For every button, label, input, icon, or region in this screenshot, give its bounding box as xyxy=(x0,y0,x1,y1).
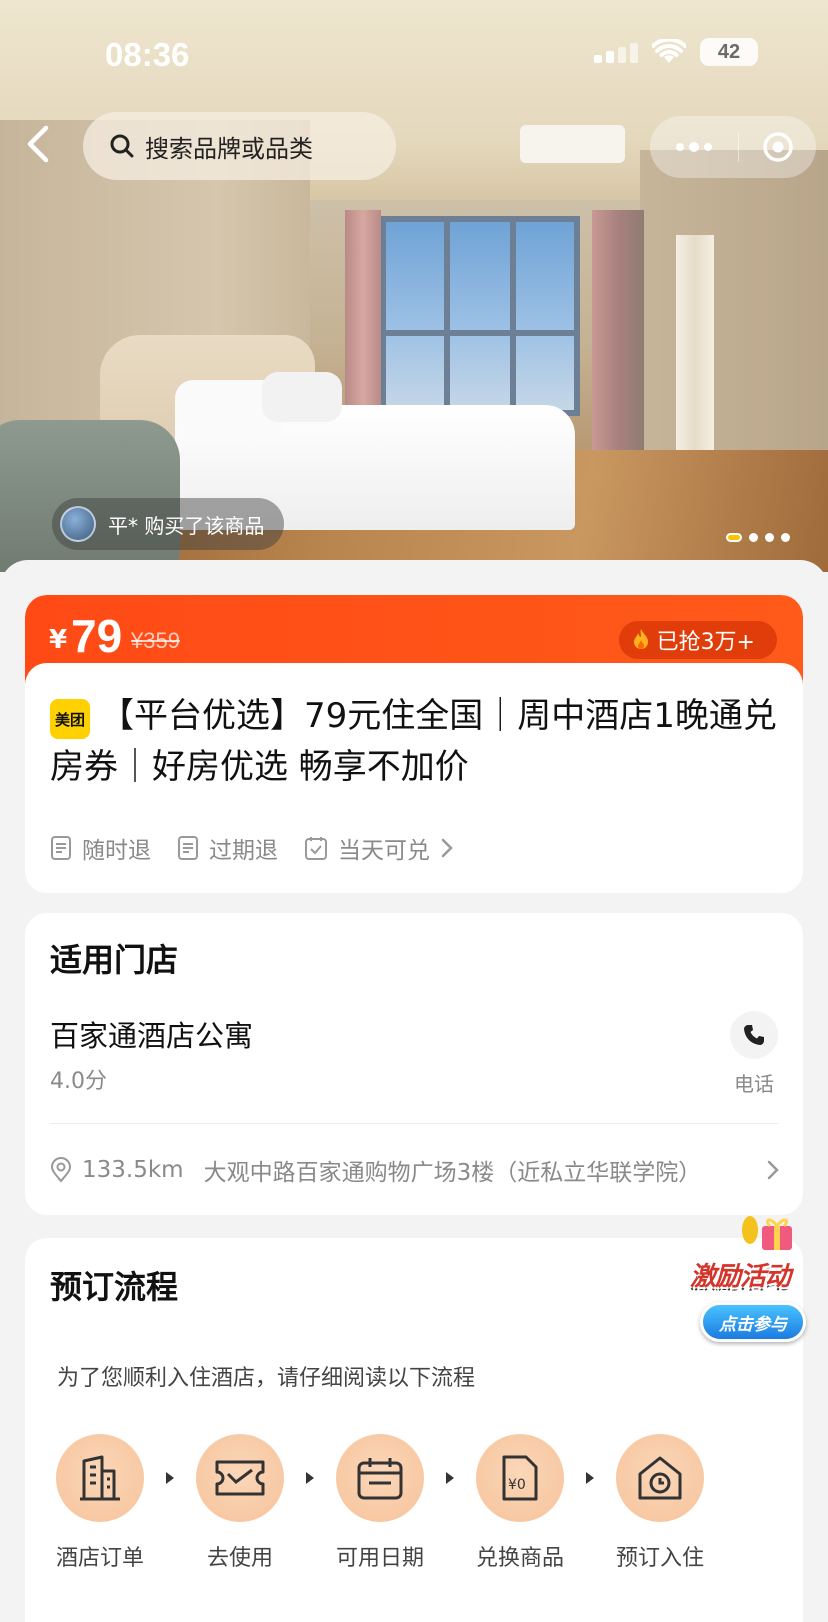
step-circle xyxy=(196,1434,284,1522)
carousel-indicator[interactable] xyxy=(726,533,790,542)
hero-radiator xyxy=(676,235,714,465)
sold-count-badge: 已抢3万+ xyxy=(618,621,777,659)
step-book-checkin: 预订入住 xyxy=(615,1434,705,1572)
store-address: 大观中路百家通购物广场3楼（近私立华联学院） xyxy=(203,1160,702,1186)
hero-window xyxy=(380,216,580,416)
hero-pillow xyxy=(262,372,342,422)
building-icon xyxy=(80,1455,120,1501)
step-label: 兑换商品 xyxy=(475,1546,564,1571)
document-icon xyxy=(51,836,71,860)
avatar xyxy=(60,506,96,542)
step-label: 可用日期 xyxy=(335,1546,424,1571)
wifi-icon xyxy=(652,39,686,63)
hero-image[interactable] xyxy=(0,0,828,572)
feature-refund-anytime: 随时退 xyxy=(50,831,151,865)
price-card: ¥ 79 ¥359 已抢3万+ 美团 【平台优选】79元住全国｜周中酒店1晚通兑… xyxy=(25,595,803,893)
booking-heading: 预订流程 xyxy=(50,1268,179,1306)
store-distance: 133.5km xyxy=(82,1157,184,1183)
capsule-divider xyxy=(737,132,739,162)
feature-row[interactable]: 随时退 过期退 当天可兑 xyxy=(50,831,454,865)
location-pin-icon xyxy=(50,1157,72,1183)
house-clock-icon xyxy=(638,1456,682,1500)
booking-steps: 酒店订单 去使用 可用日期 ¥0 兑换商品 预订入住 xyxy=(55,1434,735,1572)
buyer-notice: 平* 购买了该商品 xyxy=(52,498,285,550)
calendar-check-icon xyxy=(305,837,327,860)
divider xyxy=(50,1123,778,1124)
buyer-notice-text: 平* 购买了该商品 xyxy=(108,513,265,538)
step-redeem: ¥0 兑换商品 xyxy=(475,1434,565,1572)
triangle-right-icon xyxy=(166,1472,174,1484)
product-info: 美团 【平台优选】79元住全国｜周中酒店1晚通兑房券｜好房优选 畅享不加价 随时… xyxy=(25,663,803,893)
promo-float[interactable]: 激励活动 点击参与 xyxy=(690,1212,820,1342)
step-arrow xyxy=(285,1434,335,1522)
product-title: 【平台优选】79元住全国｜周中酒店1晚通兑房券｜好房优选 畅享不加价 xyxy=(50,696,777,787)
sold-count: 已抢3万+ xyxy=(656,630,755,655)
feature-refund-expired: 过期退 xyxy=(177,831,278,865)
back-icon[interactable] xyxy=(18,122,62,166)
miniprogram-capsule xyxy=(650,116,816,178)
original-price: ¥359 xyxy=(131,628,180,653)
feature-same-day: 当天可兑 xyxy=(304,831,454,865)
step-label: 预订入住 xyxy=(615,1546,704,1571)
step-circle: ¥0 xyxy=(476,1434,564,1522)
carousel-dot xyxy=(765,533,774,542)
more-icon[interactable] xyxy=(674,141,714,153)
carousel-dot xyxy=(781,533,790,542)
search-placeholder: 搜索品牌或品类 xyxy=(145,134,313,163)
hero-air-conditioner xyxy=(520,125,625,163)
feature-label: 随时退 xyxy=(82,838,151,864)
calendar-icon xyxy=(357,1458,403,1500)
step-use: 去使用 xyxy=(195,1434,285,1572)
step-circle xyxy=(336,1434,424,1522)
close-target-icon[interactable] xyxy=(762,131,794,163)
search-icon xyxy=(110,134,134,158)
step-circle xyxy=(616,1434,704,1522)
currency-symbol: ¥ xyxy=(49,625,68,655)
step-label: 酒店订单 xyxy=(55,1546,144,1571)
status-icons: 42 xyxy=(594,38,758,66)
current-price: 79 xyxy=(71,610,123,662)
triangle-right-icon xyxy=(446,1472,454,1484)
fire-icon xyxy=(633,629,648,649)
phone-button[interactable] xyxy=(730,1011,778,1059)
booking-hint: 为了您顺利入住酒店，请仔细阅读以下流程 xyxy=(57,1366,476,1391)
feature-label: 过期退 xyxy=(209,838,278,864)
document-icon xyxy=(178,836,198,860)
promo-join-button[interactable]: 点击参与 xyxy=(700,1302,806,1342)
phone-label[interactable]: 电话 xyxy=(734,1068,774,1097)
phone-icon xyxy=(744,1025,764,1045)
carousel-dot xyxy=(726,533,742,542)
promo-title: 激励活动 xyxy=(690,1262,791,1292)
store-name[interactable]: 百家通酒店公寓 xyxy=(50,1013,253,1055)
step-label: 去使用 xyxy=(206,1546,273,1571)
voucher-icon: ¥0 xyxy=(502,1455,538,1501)
status-time: 08:36 xyxy=(105,36,190,73)
address-row[interactable]: 133.5km 大观中路百家通购物广场3楼（近私立华联学院） xyxy=(50,1153,780,1187)
step-arrow xyxy=(425,1434,475,1522)
chevron-right-icon xyxy=(767,1160,779,1180)
step-arrow xyxy=(145,1434,195,1522)
ticket-icon xyxy=(215,1460,265,1496)
search-input[interactable]: 搜索品牌或品类 xyxy=(83,112,396,180)
hero-curtain-right xyxy=(592,210,644,460)
battery-indicator: 42 xyxy=(700,38,758,66)
step-circle xyxy=(56,1434,144,1522)
signal-icon xyxy=(594,43,638,63)
step-hotel-order: 酒店订单 xyxy=(55,1434,145,1572)
store-card: 适用门店 百家通酒店公寓 4.0分 电话 133.5km 大观中路百家通购物广场… xyxy=(25,913,803,1215)
svg-text:¥0: ¥0 xyxy=(508,1477,526,1493)
step-available-dates: 可用日期 xyxy=(335,1434,425,1572)
gift-icon xyxy=(742,1216,792,1250)
carousel-dot xyxy=(749,533,758,542)
booking-flow-card: 预订流程 为了您顺利入住酒店，请仔细阅读以下流程 酒店订单 去使用 可用日期 ¥… xyxy=(25,1238,803,1622)
store-heading: 适用门店 xyxy=(50,941,179,979)
feature-label: 当天可兑 xyxy=(338,838,430,864)
store-score: 4.0分 xyxy=(50,1069,107,1094)
triangle-right-icon xyxy=(586,1472,594,1484)
triangle-right-icon xyxy=(306,1472,314,1484)
chevron-right-icon xyxy=(441,838,453,858)
step-arrow xyxy=(565,1434,615,1522)
